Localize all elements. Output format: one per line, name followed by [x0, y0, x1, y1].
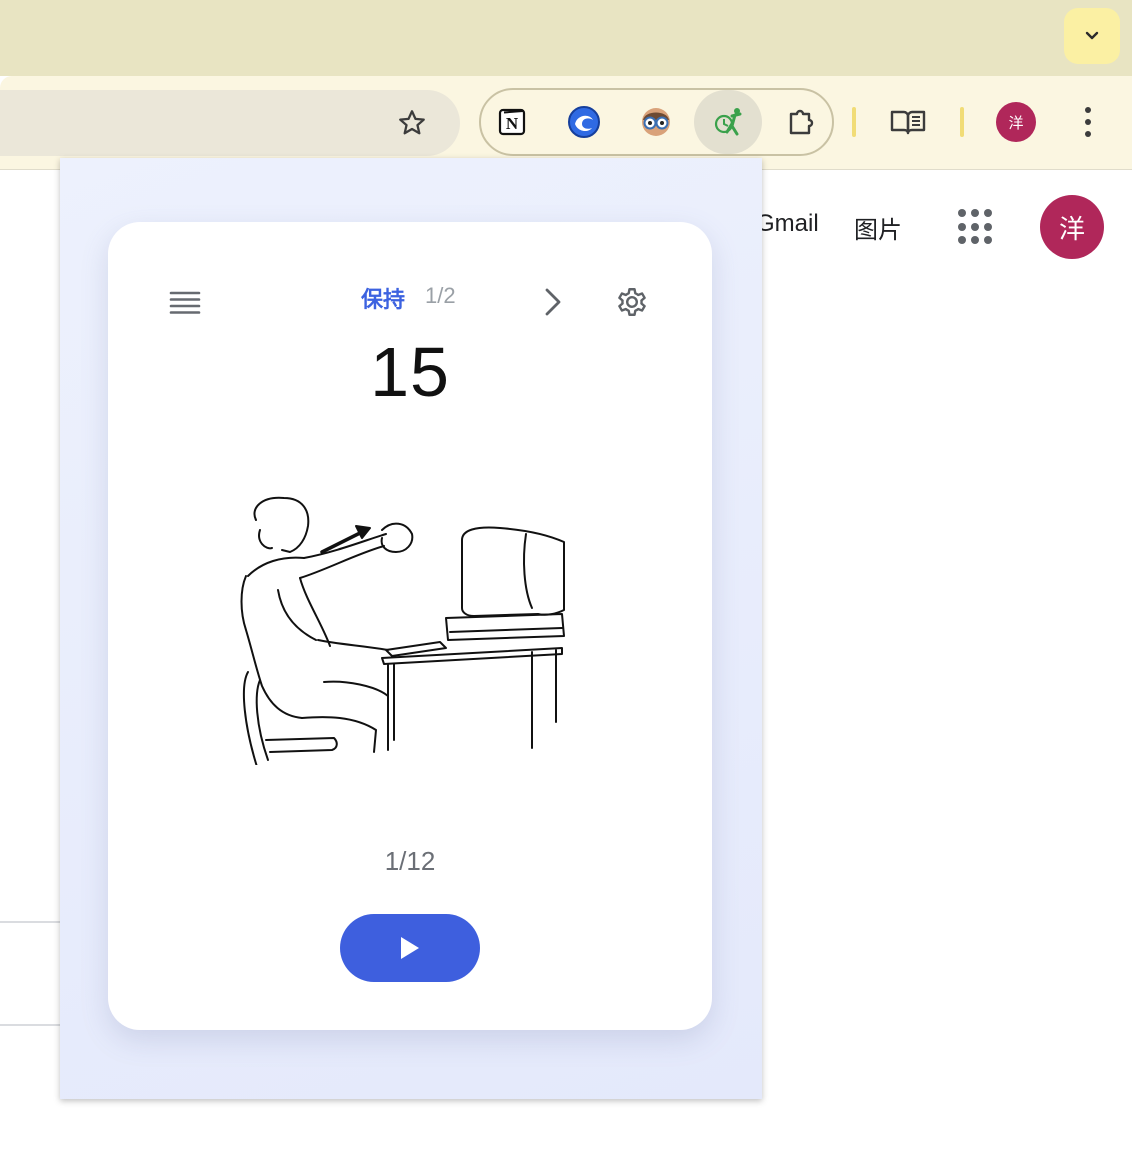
- apps-grid-icon[interactable]: [958, 209, 994, 245]
- edge-like-icon[interactable]: [564, 102, 604, 142]
- more-menu-icon[interactable]: [1072, 102, 1104, 142]
- eyes-extension-icon[interactable]: [636, 102, 676, 142]
- profile-avatar[interactable]: 洋: [996, 102, 1036, 142]
- search-box-edge: [0, 1024, 62, 1026]
- phase-label: 保持: [361, 287, 406, 312]
- play-icon: [401, 937, 419, 959]
- toolbar-separator: [852, 107, 856, 137]
- phase-count: 1/2: [425, 283, 456, 308]
- menu-icon[interactable]: [168, 286, 202, 320]
- account-avatar[interactable]: 洋: [1040, 195, 1104, 259]
- address-bar[interactable]: [0, 90, 460, 156]
- search-box-edge: [0, 921, 62, 923]
- notion-icon[interactable]: N: [492, 102, 532, 142]
- extensions-puzzle-icon[interactable]: [782, 102, 822, 142]
- stretch-extension-popup: 保持 1/2 15 1/12: [60, 158, 762, 1099]
- svg-text:N: N: [506, 114, 519, 133]
- play-button[interactable]: [340, 914, 480, 982]
- chevron-down-icon: [1085, 31, 1099, 40]
- browser-title-bar: [0, 0, 1132, 76]
- gmail-link[interactable]: Gmail: [756, 210, 819, 238]
- next-chevron-icon[interactable]: [538, 284, 568, 320]
- exercise-progress: 1/12: [384, 846, 436, 876]
- countdown-timer: 15: [370, 333, 450, 411]
- exercise-card: 保持 1/2 15 1/12: [108, 222, 712, 1030]
- reading-list-icon[interactable]: [888, 102, 928, 142]
- stretch-exercise-illustration: [240, 496, 565, 765]
- gear-icon[interactable]: [612, 282, 652, 322]
- toolbar-separator: [960, 107, 964, 137]
- tab-search-button[interactable]: [1064, 8, 1120, 64]
- bookmark-star-icon[interactable]: [394, 105, 430, 141]
- images-link[interactable]: 图片: [854, 210, 902, 245]
- stretch-reminder-icon[interactable]: [708, 102, 748, 142]
